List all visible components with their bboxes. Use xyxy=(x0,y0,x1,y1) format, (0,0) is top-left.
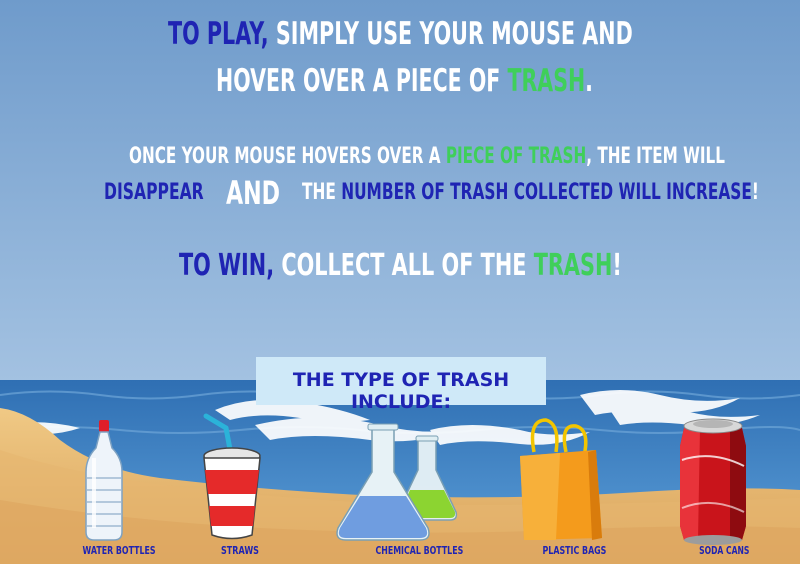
label-straws: STRAWS xyxy=(220,544,259,557)
label-soda-cans: SODA CANS xyxy=(699,544,750,557)
label-chemical-bottles: CHEMICAL BOTTLES xyxy=(375,544,464,557)
chemical-bottles-icon xyxy=(336,423,458,541)
trash-items xyxy=(85,413,746,545)
game-instructions-screen: TO PLAY, SIMPLY USE YOUR MOUSE AND HOVER… xyxy=(0,0,800,564)
straw-cup-icon xyxy=(203,413,261,540)
plastic-bag-icon xyxy=(520,418,602,540)
water-bottle-icon xyxy=(85,420,123,541)
soda-can-icon xyxy=(680,418,746,545)
label-plastic-bags: PLASTIC BAGS xyxy=(542,544,607,557)
label-water-bottles: WATER BOTTLES xyxy=(82,544,156,557)
